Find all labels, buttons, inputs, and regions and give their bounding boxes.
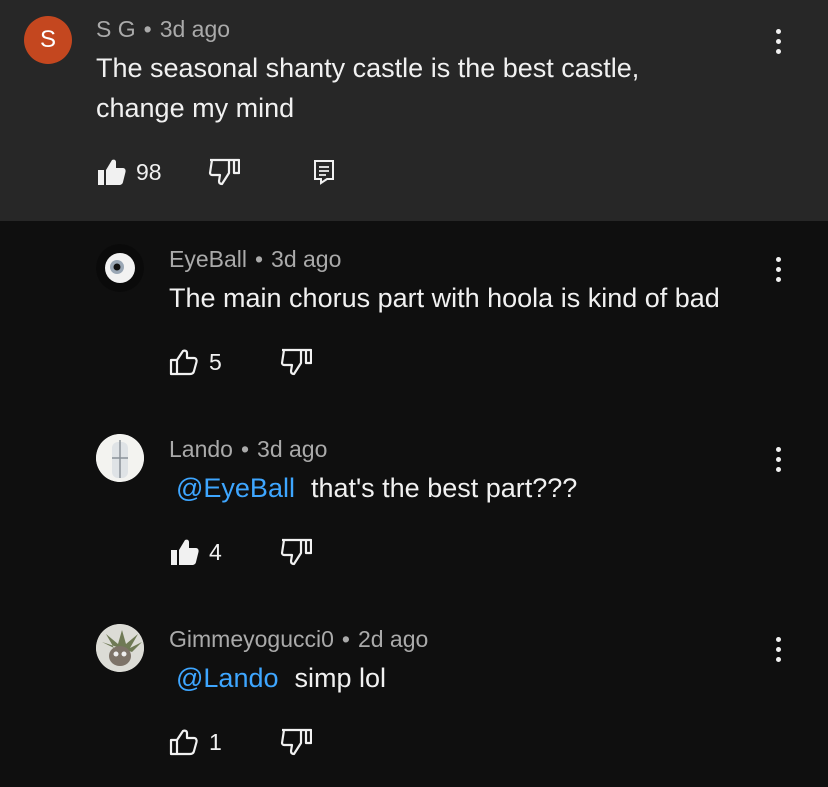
dislike-button[interactable] [208, 158, 240, 186]
reply-meta: EyeBall • 3d ago [169, 246, 341, 273]
reply-icon [313, 159, 335, 185]
reply-text: The main chorus part with hoola is kind … [169, 283, 720, 313]
like-button[interactable]: 4 [169, 538, 222, 566]
author-name[interactable]: Gimmeyogucci0 [169, 626, 334, 652]
more-options-button[interactable] [768, 442, 788, 476]
mention-link[interactable]: @Lando [176, 663, 279, 693]
highlighted-comment: S S G • 3d ago The seasonal shanty castle … [0, 0, 828, 221]
like-button[interactable]: 98 [96, 158, 162, 186]
thumbs-down-icon [280, 538, 312, 566]
eyeball-avatar-icon [96, 244, 144, 292]
author-name[interactable]: S G [96, 16, 136, 42]
reply-body: simp lol [294, 663, 387, 693]
timestamp[interactable]: 3d ago [160, 16, 230, 42]
like-count: 4 [209, 538, 222, 565]
creature-avatar-icon [96, 624, 144, 672]
like-count: 98 [136, 158, 162, 185]
comment-text-line-2: change my mind [96, 93, 295, 123]
reply-text: @Lando simp lol [176, 658, 386, 698]
reply-meta: Gimmeyogucci0 • 2d ago [169, 626, 428, 653]
avatar[interactable] [96, 244, 144, 292]
separator: • [341, 626, 350, 652]
like-count: 1 [209, 728, 222, 755]
thumbs-up-filled-icon [169, 538, 199, 566]
more-options-button[interactable] [768, 24, 788, 58]
user-avatar-icon [96, 434, 144, 482]
thumbs-up-icon [169, 348, 199, 376]
more-options-button[interactable] [768, 632, 788, 666]
comment-meta: S G • 3d ago [96, 16, 230, 43]
reply-button[interactable] [313, 159, 335, 185]
reply-meta: Lando • 3d ago [169, 436, 327, 463]
like-count: 5 [209, 348, 222, 375]
timestamp[interactable]: 2d ago [358, 626, 428, 652]
thumbs-down-icon [208, 158, 240, 186]
avatar[interactable] [96, 434, 144, 482]
separator: • [240, 436, 250, 462]
author-name[interactable]: Lando [169, 436, 233, 462]
comment-text-line-1: The seasonal shanty castle is the best c… [96, 53, 640, 83]
timestamp[interactable]: 3d ago [271, 246, 341, 272]
reply-body: that's the best part??? [310, 473, 578, 503]
dislike-button[interactable] [280, 538, 312, 566]
more-options-button[interactable] [768, 252, 788, 286]
dislike-button[interactable] [280, 348, 312, 376]
avatar[interactable] [96, 624, 144, 672]
thumbs-up-filled-icon [96, 158, 126, 186]
thumbs-down-icon [280, 728, 312, 756]
mention-link[interactable]: @EyeBall [176, 473, 295, 503]
like-button[interactable]: 1 [169, 728, 222, 756]
timestamp[interactable]: 3d ago [257, 436, 327, 462]
like-button[interactable]: 5 [169, 348, 222, 376]
reply-text: @EyeBall that's the best part??? [176, 468, 577, 508]
thumbs-down-icon [280, 348, 312, 376]
separator: • [143, 16, 152, 42]
author-name[interactable]: EyeBall [169, 246, 247, 272]
dislike-button[interactable] [280, 728, 312, 756]
separator: • [254, 246, 264, 272]
avatar[interactable]: S [24, 16, 72, 64]
thumbs-up-icon [169, 728, 199, 756]
